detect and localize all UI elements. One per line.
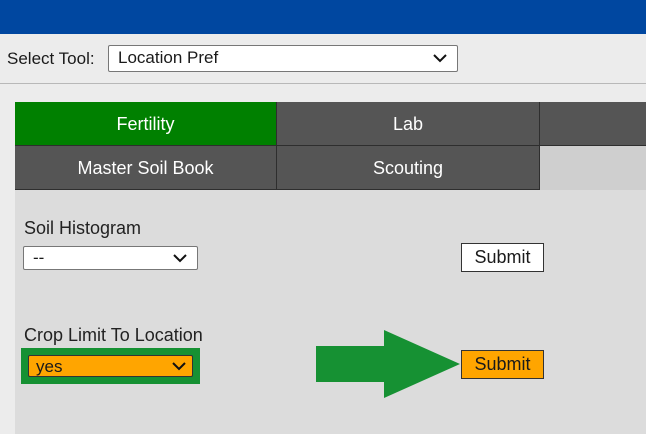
select-tool-label: Select Tool: (7, 49, 95, 68)
tab-fertility[interactable]: Fertility (15, 102, 277, 146)
crop-limit-select[interactable]: yes (28, 355, 193, 377)
green-arrow-right-icon (316, 330, 460, 398)
tab-lab[interactable]: Lab (277, 102, 540, 146)
tab-row-filler (540, 146, 646, 190)
crop-limit-highlight: yes (21, 348, 200, 384)
tab-scouting[interactable]: Scouting (277, 146, 540, 190)
chevron-down-icon (173, 254, 187, 263)
chevron-down-icon (172, 362, 186, 371)
tab-ec[interactable]: Ec (540, 102, 646, 146)
soil-histogram-submit-button[interactable]: Submit (461, 243, 544, 272)
tab-master-soil-book[interactable]: Master Soil Book (15, 146, 277, 190)
crop-limit-label: Crop Limit To Location (24, 325, 203, 345)
crop-limit-value: yes (36, 357, 63, 376)
soil-histogram-select[interactable]: -- (23, 246, 198, 270)
top-banner (0, 0, 646, 34)
tool-select-value: Location Pref (118, 48, 219, 67)
tool-select-dropdown[interactable]: Location Pref (108, 45, 458, 72)
crop-limit-submit-button[interactable]: Submit (461, 350, 544, 379)
chevron-down-icon (433, 54, 447, 63)
soil-histogram-value: -- (33, 248, 45, 267)
soil-histogram-label: Soil Histogram (24, 218, 142, 238)
tool-selector-row: Select Tool: Location Pref (0, 34, 646, 84)
